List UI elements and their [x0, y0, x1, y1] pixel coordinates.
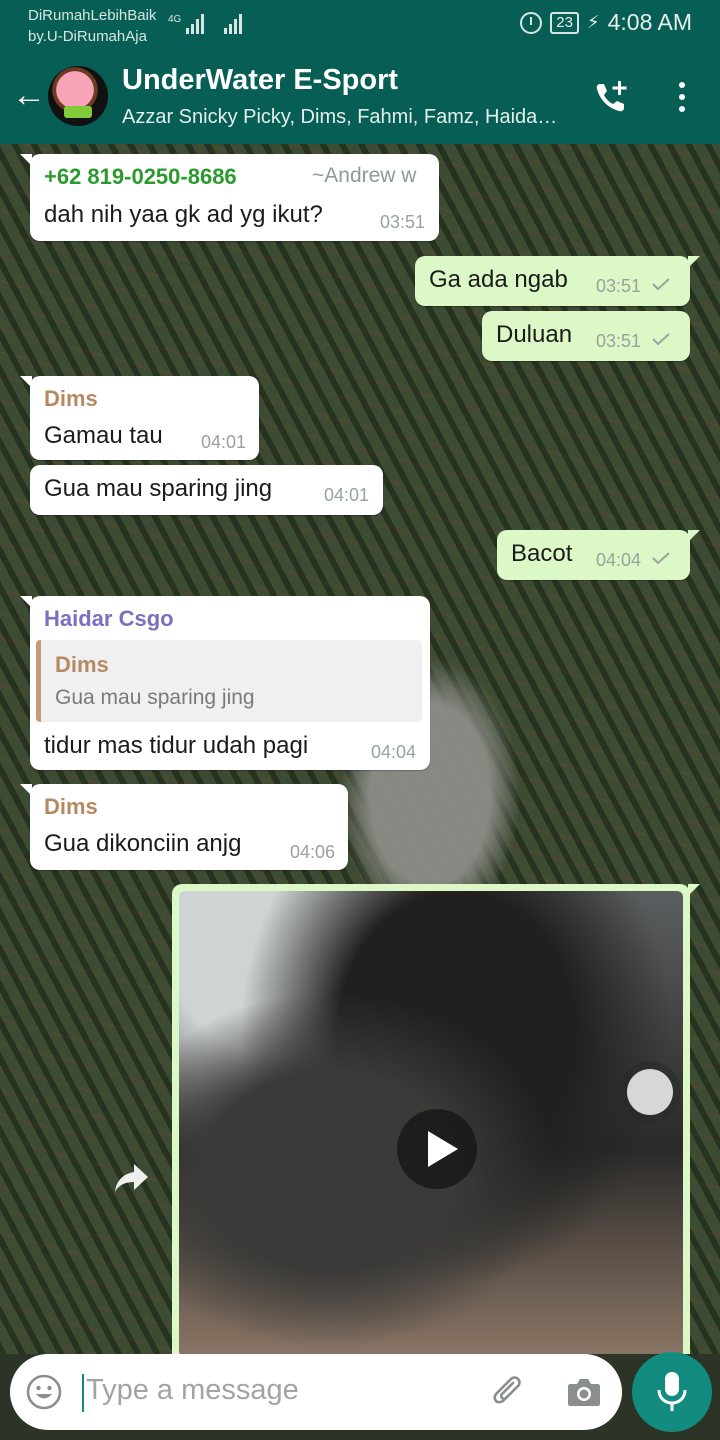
- message-text: Gua dikonciin anjg: [44, 830, 242, 857]
- video-thumbnail[interactable]: [179, 891, 683, 1354]
- message-bubble[interactable]: Gua mau sparing jing 04:01: [30, 465, 383, 515]
- carrier-line-1: DiRumahLebihBaik: [28, 7, 157, 24]
- sender-alias: ~Andrew w: [312, 164, 417, 187]
- text-cursor: [82, 1374, 84, 1412]
- message-bubble[interactable]: Bacot 04:04: [497, 530, 700, 580]
- message-time: 04:04: [596, 550, 642, 570]
- message-bubble[interactable]: Dims Gua dikonciin anjg 04:06: [20, 784, 348, 870]
- chat-area: +62 819-0250-8686 ~Andrew w dah nih yaa …: [0, 144, 720, 1354]
- message-bubble[interactable]: +62 819-0250-8686 ~Andrew w dah nih yaa …: [20, 154, 439, 241]
- sender-name[interactable]: Dims: [44, 386, 98, 412]
- carrier-info: DiRumahLebihBaik by.U-DiRumahAja: [28, 5, 156, 47]
- network-type: 4G: [168, 14, 182, 25]
- signal-icon: [186, 12, 204, 34]
- alarm-icon: [520, 11, 543, 34]
- message-bubble[interactable]: Duluan 03:51: [482, 311, 690, 361]
- sender-name[interactable]: +62 819-0250-8686: [44, 164, 237, 190]
- battery-icon: 23: [550, 11, 579, 34]
- message-bubble[interactable]: Haidar Csgo Dims Gua mau sparing jing ti…: [20, 596, 430, 770]
- chat-header: ← UnderWater E-Sport Azzar Snicky Picky,…: [0, 48, 720, 144]
- message-time: 04:01: [201, 432, 247, 452]
- message-text: Ga ada ngab: [429, 266, 568, 293]
- add-call-icon[interactable]: [592, 78, 632, 118]
- group-members[interactable]: Azzar Snicky Picky, Dims, Fahmi, Famz, H…: [122, 106, 562, 129]
- camera-icon[interactable]: [566, 1376, 602, 1408]
- emoji-icon[interactable]: [26, 1374, 62, 1410]
- play-icon[interactable]: [397, 1109, 477, 1189]
- message-text: dah nih yaa gk ad yg ikut?: [44, 201, 323, 228]
- video-message[interactable]: [172, 884, 700, 1354]
- mic-icon: [657, 1372, 687, 1411]
- message-time: 03:51: [596, 276, 642, 296]
- read-check-icon: [652, 333, 670, 345]
- status-bar: DiRumahLebihBaik by.U-DiRumahAja 4G 23 ⚡…: [0, 0, 720, 48]
- message-text: Gamau tau: [44, 422, 163, 449]
- message-text: Bacot: [511, 540, 573, 567]
- message-time: 04:06: [290, 842, 336, 862]
- message-time: 03:51: [380, 212, 426, 232]
- clock: 4:08 AM: [607, 9, 692, 35]
- message-bubble[interactable]: Ga ada ngab 03:51: [415, 256, 700, 306]
- quoted-sender: Dims: [55, 652, 109, 677]
- carrier-line-2: by.U-DiRumahAja: [28, 28, 147, 45]
- message-time: 03:51: [596, 331, 642, 351]
- read-check-icon: [652, 278, 670, 290]
- sender-name[interactable]: Dims: [44, 794, 98, 820]
- signal-icon-2: [224, 12, 242, 34]
- message-text: Duluan: [496, 321, 573, 348]
- message-bubble[interactable]: Dims Gamau tau 04:01: [20, 376, 259, 460]
- status-right: 23 ⚡ 4:08 AM: [520, 9, 692, 36]
- attach-icon[interactable]: [490, 1374, 526, 1410]
- group-avatar[interactable]: [48, 66, 108, 126]
- more-vert-icon[interactable]: [672, 82, 692, 112]
- charging-icon: ⚡: [586, 12, 600, 32]
- sender-name[interactable]: Haidar Csgo: [44, 606, 174, 632]
- mic-button[interactable]: [632, 1352, 712, 1432]
- quoted-message[interactable]: Dims Gua mau sparing jing: [36, 640, 422, 722]
- read-check-icon: [652, 552, 670, 564]
- message-input[interactable]: Type a message: [86, 1374, 299, 1407]
- video-dot: [627, 1069, 673, 1115]
- message-text: Gua mau sparing jing: [44, 475, 273, 502]
- message-text: tidur mas tidur udah pagi: [44, 732, 309, 759]
- message-time: 04:01: [324, 485, 370, 505]
- message-composer[interactable]: Type a message: [10, 1354, 622, 1430]
- quoted-text: Gua mau sparing jing: [55, 686, 255, 709]
- message-time: 04:04: [371, 742, 417, 762]
- back-arrow-icon[interactable]: ←: [12, 78, 46, 112]
- group-title[interactable]: UnderWater E-Sport: [122, 64, 398, 97]
- forward-icon[interactable]: [112, 1160, 152, 1196]
